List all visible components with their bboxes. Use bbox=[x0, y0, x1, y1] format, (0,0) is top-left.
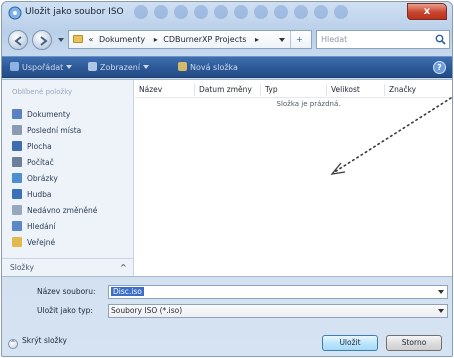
views-menu[interactable]: Zobrazení bbox=[88, 62, 150, 72]
chevron-down-icon bbox=[143, 65, 150, 69]
cancel-button[interactable]: Storno bbox=[386, 335, 442, 351]
desktop-icon bbox=[12, 141, 22, 151]
filename-label: Název souboru: bbox=[37, 287, 96, 296]
folders-toggle[interactable]: Složky ^ bbox=[2, 258, 133, 276]
pictures-icon bbox=[12, 173, 22, 183]
forward-button[interactable] bbox=[32, 30, 52, 50]
organize-menu[interactable]: Uspořádat bbox=[10, 62, 73, 72]
chevron-down-icon[interactable] bbox=[438, 309, 444, 313]
breadcrumb-separator[interactable]: ▸ bbox=[255, 35, 259, 44]
sidebar-item-pictures[interactable]: Obrázky bbox=[12, 172, 58, 185]
new-folder-icon bbox=[178, 62, 187, 71]
sidebar-item-label: Nedávno změněné bbox=[27, 206, 98, 215]
organize-icon bbox=[10, 62, 19, 71]
title-bar: Uložit jako soubor ISO x bbox=[2, 2, 452, 24]
sidebar-item-desktop[interactable]: Plocha bbox=[12, 140, 52, 153]
hide-folders-toggle[interactable]: ^ Skrýt složky bbox=[8, 336, 67, 349]
forward-arrow-icon bbox=[40, 36, 48, 46]
back-button[interactable] bbox=[8, 30, 28, 50]
address-row: « Dokumenty ▸ CDBurnerXP Projects ▸ + Hl… bbox=[2, 28, 452, 54]
main-content: Oblíbené položky Dokumenty Poslední míst… bbox=[2, 79, 452, 277]
sidebar-item-label: Hledání bbox=[27, 222, 56, 231]
views-label: Zobrazení bbox=[100, 63, 141, 72]
music-icon bbox=[12, 189, 22, 199]
dotted-arrow-annotation bbox=[330, 97, 452, 175]
favorites-header: Oblíbené položky bbox=[12, 88, 73, 96]
breadcrumb-item-projects[interactable]: CDBurnerXP Projects bbox=[163, 35, 246, 44]
save-button[interactable]: Uložit bbox=[322, 335, 378, 351]
address-dropdown-arrow[interactable] bbox=[279, 38, 285, 42]
public-icon bbox=[12, 237, 22, 247]
search-icon[interactable] bbox=[435, 34, 446, 45]
computer-icon bbox=[12, 157, 22, 167]
sidebar-item-recent-places[interactable]: Poslední místa bbox=[12, 124, 81, 137]
new-folder-label: Nová složka bbox=[190, 63, 238, 72]
search-input[interactable]: Hledat bbox=[316, 30, 450, 49]
filetype-value: Soubory ISO (*.iso) bbox=[111, 306, 183, 315]
sidebar-item-public[interactable]: Veřejné bbox=[12, 236, 55, 249]
refresh-button[interactable]: + bbox=[290, 31, 308, 48]
app-icon bbox=[8, 6, 22, 20]
close-button[interactable]: x bbox=[407, 3, 447, 20]
save-as-dialog: Uložit jako soubor ISO x « Dokumenty ▸ C… bbox=[1, 1, 453, 357]
breadcrumb-overflow[interactable]: « bbox=[89, 35, 94, 44]
breadcrumb[interactable]: « Dokumenty ▸ CDBurnerXP Projects ▸ + bbox=[68, 30, 312, 49]
documents-icon bbox=[12, 109, 22, 119]
sidebar-item-label: Počítač bbox=[27, 158, 54, 167]
sidebar-item-documents[interactable]: Dokumenty bbox=[12, 108, 70, 121]
background-blur-icons bbox=[134, 5, 374, 21]
sidebar-item-label: Obrázky bbox=[27, 174, 58, 183]
filename-field[interactable]: Disc.iso bbox=[108, 285, 448, 299]
chevron-up-icon: ^ bbox=[120, 263, 127, 272]
sidebar-item-searches[interactable]: Hledání bbox=[12, 220, 56, 233]
window-title: Uložit jako soubor ISO bbox=[25, 7, 124, 17]
help-icon[interactable]: ? bbox=[433, 61, 446, 74]
filetype-label: Uložit jako typ: bbox=[37, 306, 93, 315]
sidebar-item-label: Plocha bbox=[27, 142, 52, 151]
navigation-pane: Oblíbené položky Dokumenty Poslední míst… bbox=[2, 80, 134, 276]
folders-label: Složky bbox=[10, 263, 34, 272]
sidebar-item-music[interactable]: Hudba bbox=[12, 188, 52, 201]
search-placeholder: Hledat bbox=[321, 35, 348, 44]
new-folder-button[interactable]: Nová složka bbox=[178, 62, 238, 72]
filetype-select[interactable]: Soubory ISO (*.iso) bbox=[108, 304, 448, 318]
sidebar-item-label: Veřejné bbox=[27, 238, 56, 247]
file-list[interactable]: Název Datum změny Typ Velikost Značky Sl… bbox=[135, 80, 452, 276]
hide-folders-label: Skrýt složky bbox=[22, 336, 67, 345]
save-form: Název souboru: Disc.iso Uložit jako typ:… bbox=[2, 278, 452, 356]
chevron-up-icon: ^ bbox=[8, 339, 18, 349]
sidebar-item-recently-changed[interactable]: Nedávno změněné bbox=[12, 204, 97, 217]
sidebar-item-label: Hudba bbox=[27, 190, 52, 199]
sidebar-item-label: Poslední místa bbox=[27, 126, 82, 135]
sidebar-item-label: Dokumenty bbox=[27, 110, 71, 119]
organize-label: Uspořádat bbox=[22, 63, 64, 72]
views-icon bbox=[88, 62, 97, 71]
chevron-down-icon bbox=[66, 65, 73, 69]
filename-value[interactable]: Disc.iso bbox=[111, 287, 144, 296]
breadcrumb-item-documents[interactable]: Dokumenty bbox=[99, 35, 145, 44]
recent-places-icon bbox=[12, 125, 22, 135]
sidebar-item-computer[interactable]: Počítač bbox=[12, 156, 54, 169]
folder-icon bbox=[73, 35, 83, 43]
breadcrumb-separator[interactable]: ▸ bbox=[154, 35, 158, 44]
back-arrow-icon bbox=[14, 36, 22, 46]
searches-icon bbox=[12, 221, 22, 231]
recent-pages-dropdown[interactable] bbox=[58, 38, 64, 42]
command-toolbar: Uspořádat Zobrazení Nová složka ? bbox=[2, 56, 452, 78]
recently-changed-icon bbox=[12, 205, 22, 215]
chevron-down-icon[interactable] bbox=[438, 290, 444, 294]
